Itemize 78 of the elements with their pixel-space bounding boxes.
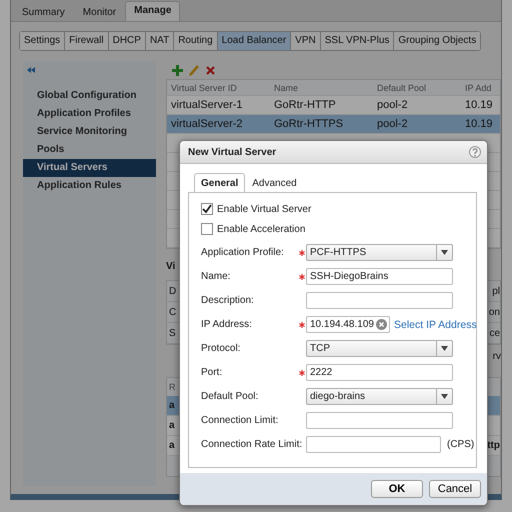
table-cell: a — [169, 400, 175, 411]
detail-text: pl — [492, 286, 500, 296]
table-cell: a — [169, 440, 175, 451]
table-cell: a — [169, 420, 175, 431]
tab[interactable]: Settings — [20, 32, 66, 50]
tab[interactable]: General — [194, 173, 246, 193]
ok-button[interactable]: OK — [371, 480, 423, 498]
tab[interactable]: Routing — [174, 32, 218, 50]
dropdown[interactable]: diego-brains — [306, 388, 453, 405]
input-field[interactable]: 10.194.48.109 — [306, 316, 390, 333]
column-header: R — [169, 382, 176, 392]
table-cell-text: virtualServer-2 — [170, 118, 244, 130]
checkbox[interactable] — [201, 223, 213, 235]
select-ip-link[interactable]: Select IP Address — [394, 318, 477, 330]
sidebar-item[interactable]: Service Monitoring — [23, 123, 156, 141]
field-label: Port: — [201, 367, 224, 378]
column-header: Virtual Server ID — [170, 82, 238, 92]
column-header: Name — [273, 82, 300, 92]
field-label: Description: — [201, 295, 255, 306]
detail-text: D — [169, 286, 176, 296]
input-field[interactable] — [306, 436, 441, 453]
table-cell-text: virtualServer-1 — [170, 99, 244, 111]
sidebar-item[interactable]: Virtual Servers — [23, 159, 156, 177]
table-cell-text: pool-2 — [376, 118, 409, 130]
tab[interactable]: Summary — [13, 3, 74, 21]
dialog-title: New Virtual Server — [188, 146, 276, 158]
table-row[interactable]: virtualServer-2 GoRtr-HTTPS pool-2 10.19 — [167, 115, 500, 134]
column-header: IP Add — [464, 82, 492, 92]
tab[interactable]: Grouping Objects — [394, 32, 480, 50]
help-icon[interactable] — [469, 146, 481, 158]
tab[interactable]: Manage — [125, 1, 180, 21]
table-cell: ttp — [487, 440, 500, 451]
dropdown[interactable]: TCP — [306, 340, 453, 357]
tab[interactable]: DHCP — [108, 32, 146, 50]
field-label: IP Address: — [201, 319, 253, 330]
input-field[interactable] — [306, 412, 453, 429]
table-cell-text: 10.19 — [464, 118, 494, 130]
unit-label: (CPS) — [447, 439, 474, 450]
sidebar-item[interactable]: Pools — [23, 141, 156, 159]
field-label: Default Pool: — [201, 391, 260, 402]
sidebar-item[interactable]: Application Rules — [23, 177, 156, 195]
checkbox[interactable] — [201, 203, 213, 215]
detail-text: C — [169, 306, 176, 318]
input-field[interactable]: SSH-DiegoBrains — [306, 268, 453, 285]
field-label: Connection Limit: — [201, 415, 280, 426]
field-label: Connection Rate Limit: — [201, 439, 299, 450]
checkbox-label: Enable Virtual Server — [217, 204, 312, 214]
detail-text: on — [488, 306, 500, 318]
tab[interactable]: Firewall — [65, 32, 109, 50]
dropdown[interactable]: PCF-HTTPS — [306, 244, 453, 261]
edit-icon[interactable] — [189, 64, 200, 76]
table-cell-text: GoRtr-HTTP — [273, 99, 337, 111]
table-cell-text: GoRtr-HTTPS — [273, 118, 344, 130]
tab[interactable]: VPN — [291, 32, 321, 50]
tab[interactable]: Load Balancer — [218, 32, 292, 50]
table-cell-text: 10.19 — [464, 99, 494, 111]
add-icon[interactable] — [172, 64, 183, 76]
section-label: Vi — [166, 261, 176, 272]
detail-text: S — [169, 328, 176, 338]
input-field[interactable] — [306, 292, 453, 309]
tab[interactable]: Monitor — [74, 3, 126, 21]
sidebar-item[interactable]: Global Configuration — [23, 87, 156, 105]
column-header: Default Pool — [376, 82, 428, 92]
field-label: Protocol: — [201, 343, 242, 354]
field-label: Name: — [201, 271, 232, 282]
collapse-icon[interactable] — [27, 67, 35, 73]
cancel-button[interactable]: Cancel — [429, 480, 481, 498]
input-field[interactable]: 2222 — [306, 364, 453, 381]
delete-icon[interactable] — [206, 66, 215, 74]
checkbox-label: Enable Acceleration — [217, 224, 306, 234]
field-label: Application Profile: — [201, 247, 285, 258]
detail-text: ce — [489, 328, 500, 338]
sidebar-item[interactable]: Application Profiles — [23, 105, 156, 123]
tab[interactable]: NAT — [146, 32, 174, 50]
clear-icon[interactable] — [376, 319, 387, 330]
detail-text: rv — [492, 350, 501, 362]
tab[interactable]: SSL VPN-Plus — [320, 32, 394, 50]
table-cell-text: pool-2 — [376, 99, 409, 111]
